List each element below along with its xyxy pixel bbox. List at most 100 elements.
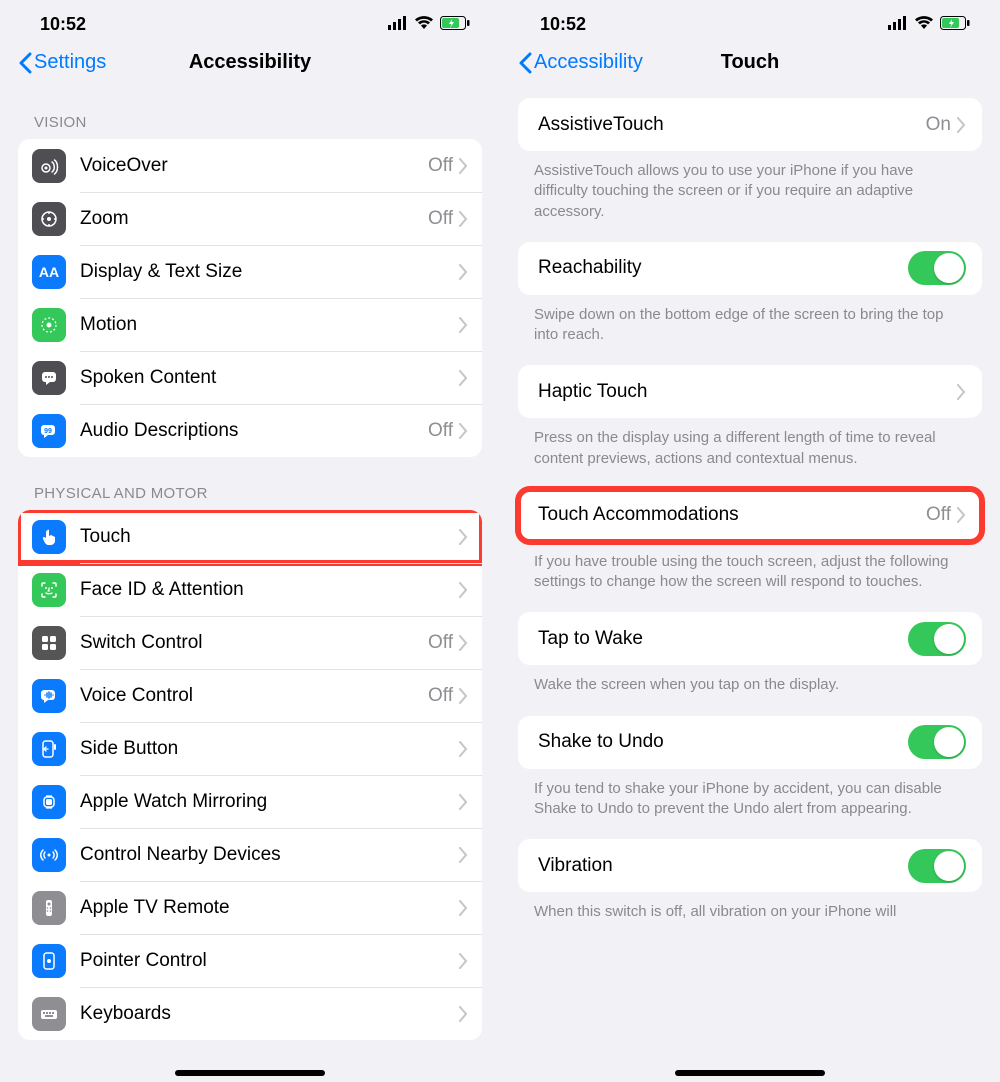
nav-bar: Settings Accessibility — [0, 41, 500, 86]
chevron-right-icon — [957, 384, 966, 400]
face-id-icon — [32, 573, 66, 607]
chevron-right-icon — [459, 264, 468, 280]
row-label: Control Nearby Devices — [80, 844, 459, 866]
back-button[interactable]: Accessibility — [518, 51, 643, 74]
chevron-right-icon — [957, 507, 966, 523]
group-physical: Touch Face ID & Attention Switch Control… — [18, 510, 482, 1040]
chevron-right-icon — [459, 423, 468, 439]
row-haptic-touch[interactable]: Haptic Touch — [518, 365, 982, 418]
row-label: Motion — [80, 314, 459, 336]
toggle-reachability[interactable] — [908, 251, 966, 285]
row-label: Display & Text Size — [80, 261, 459, 283]
row-value: Off — [428, 155, 453, 177]
row-reachability[interactable]: Reachability — [518, 242, 982, 295]
chevron-right-icon — [459, 529, 468, 545]
row-display-text-size[interactable]: AA Display & Text Size — [18, 245, 482, 298]
settings-list[interactable]: VISION VoiceOver Off Zoom Off AA Display… — [0, 86, 500, 1082]
chevron-right-icon — [459, 900, 468, 916]
chevron-right-icon — [459, 370, 468, 386]
chevron-right-icon — [459, 635, 468, 651]
row-keyboards[interactable]: Keyboards — [18, 987, 482, 1040]
row-motion[interactable]: Motion — [18, 298, 482, 351]
back-label: Accessibility — [534, 51, 643, 74]
row-face-id[interactable]: Face ID & Attention — [18, 563, 482, 616]
chevron-right-icon — [459, 688, 468, 704]
toggle-tap-to-wake[interactable] — [908, 622, 966, 656]
row-label: Switch Control — [80, 632, 428, 654]
watch-mirroring-icon — [32, 785, 66, 819]
chevron-right-icon — [459, 1006, 468, 1022]
footer-vibration: When this switch is off, all vibration o… — [500, 892, 1000, 922]
group-vision: VoiceOver Off Zoom Off AA Display & Text… — [18, 139, 482, 457]
back-label: Settings — [34, 51, 106, 74]
row-audio-descriptions[interactable]: 99 Audio Descriptions Off — [18, 404, 482, 457]
home-indicator[interactable] — [675, 1070, 825, 1076]
row-side-button[interactable]: Side Button — [18, 722, 482, 775]
side-button-icon — [32, 732, 66, 766]
footer-tap-to-wake: Wake the screen when you tap on the disp… — [500, 665, 1000, 695]
chevron-left-icon — [518, 52, 532, 74]
row-tap-to-wake[interactable]: Tap to Wake — [518, 612, 982, 665]
row-voiceover[interactable]: VoiceOver Off — [18, 139, 482, 192]
keyboard-icon — [32, 997, 66, 1031]
chevron-right-icon — [459, 741, 468, 757]
group-haptic-touch: Haptic Touch — [518, 365, 982, 418]
cellular-icon — [888, 14, 908, 35]
row-voice-control[interactable]: Voice Control Off — [18, 669, 482, 722]
row-value: Off — [926, 504, 951, 526]
row-label: Keyboards — [80, 1003, 459, 1025]
row-label: Audio Descriptions — [80, 420, 428, 442]
row-shake-to-undo[interactable]: Shake to Undo — [518, 716, 982, 769]
touch-settings-list[interactable]: AssistiveTouch On AssistiveTouch allows … — [500, 86, 1000, 1082]
row-label: AssistiveTouch — [538, 114, 926, 136]
spoken-content-icon — [32, 361, 66, 395]
section-header-physical: PHYSICAL AND MOTOR — [0, 457, 500, 510]
row-label: Shake to Undo — [538, 731, 908, 753]
status-time: 10:52 — [540, 14, 586, 35]
row-spoken-content[interactable]: Spoken Content — [18, 351, 482, 404]
row-touch[interactable]: Touch — [18, 510, 482, 563]
row-value: Off — [428, 632, 453, 654]
row-label: Apple TV Remote — [80, 897, 459, 919]
row-touch-accommodations[interactable]: Touch Accommodations Off — [518, 489, 982, 542]
footer-assistivetouch: AssistiveTouch allows you to use your iP… — [500, 151, 1000, 222]
row-label: Face ID & Attention — [80, 579, 459, 601]
row-switch-control[interactable]: Switch Control Off — [18, 616, 482, 669]
footer-haptic-touch: Press on the display using a different l… — [500, 418, 1000, 469]
touch-icon — [32, 520, 66, 554]
row-label: Spoken Content — [80, 367, 459, 389]
chevron-right-icon — [459, 317, 468, 333]
chevron-right-icon — [459, 158, 468, 174]
nav-bar: Accessibility Touch — [500, 41, 1000, 86]
tv-remote-icon — [32, 891, 66, 925]
chevron-right-icon — [459, 953, 468, 969]
row-value: Off — [428, 420, 453, 442]
zoom-icon — [32, 202, 66, 236]
battery-icon — [440, 14, 470, 35]
row-value: On — [926, 114, 951, 136]
row-apple-tv-remote[interactable]: Apple TV Remote — [18, 881, 482, 934]
chevron-right-icon — [459, 794, 468, 810]
back-button[interactable]: Settings — [18, 51, 106, 74]
toggle-vibration[interactable] — [908, 849, 966, 883]
row-vibration[interactable]: Vibration — [518, 839, 982, 892]
text-size-icon: AA — [32, 255, 66, 289]
row-label: Tap to Wake — [538, 628, 908, 650]
status-bar: 10:52 — [0, 0, 500, 41]
row-assistivetouch[interactable]: AssistiveTouch On — [518, 98, 982, 151]
svg-text:99: 99 — [44, 428, 52, 435]
chevron-right-icon — [459, 847, 468, 863]
row-label: Pointer Control — [80, 950, 459, 972]
row-label: Voice Control — [80, 685, 428, 707]
voiceover-icon — [32, 149, 66, 183]
wifi-icon — [914, 14, 934, 35]
toggle-shake-to-undo[interactable] — [908, 725, 966, 759]
status-time: 10:52 — [40, 14, 86, 35]
phone-left: 10:52 Settings Accessibility VISION Voic… — [0, 0, 500, 1082]
row-control-nearby[interactable]: Control Nearby Devices — [18, 828, 482, 881]
row-pointer-control[interactable]: Pointer Control — [18, 934, 482, 987]
row-zoom[interactable]: Zoom Off — [18, 192, 482, 245]
home-indicator[interactable] — [175, 1070, 325, 1076]
status-indicators — [888, 14, 970, 35]
row-apple-watch-mirroring[interactable]: Apple Watch Mirroring — [18, 775, 482, 828]
